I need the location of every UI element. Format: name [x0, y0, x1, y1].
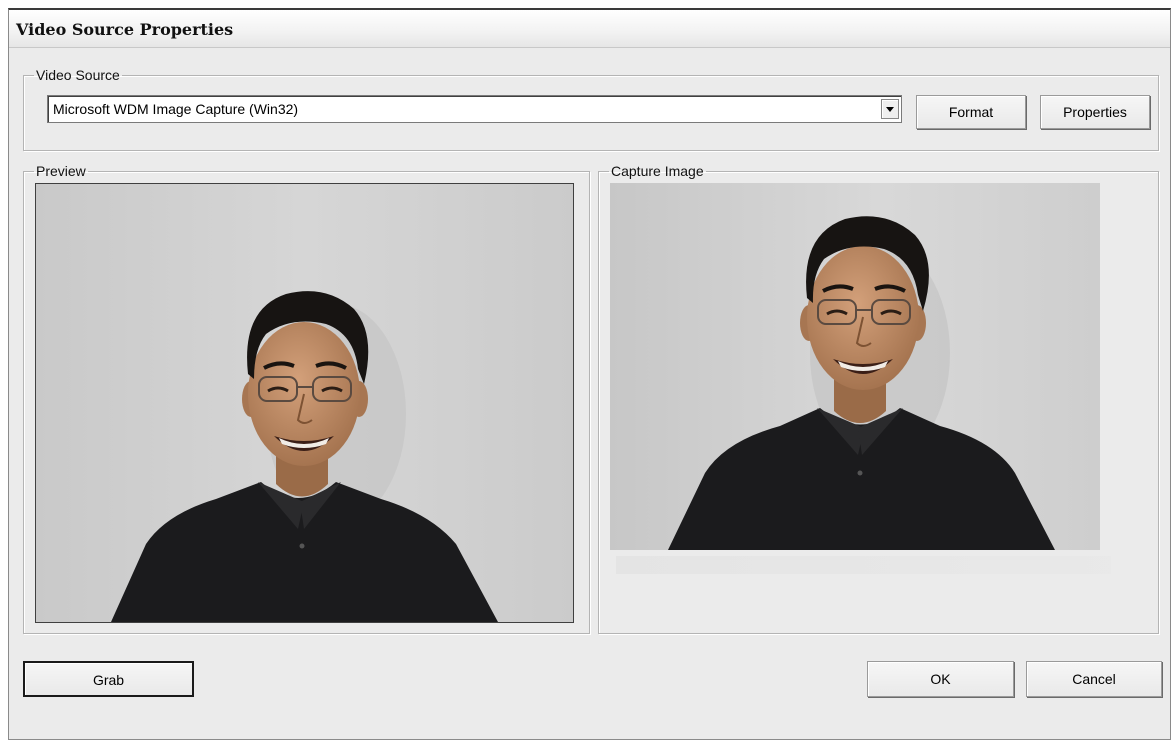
- cancel-button[interactable]: Cancel: [1026, 661, 1162, 697]
- person-portrait-icon: [610, 183, 1100, 550]
- video-source-select[interactable]: Microsoft WDM Image Capture (Win32): [47, 95, 902, 123]
- preview-legend: Preview: [36, 163, 86, 179]
- cancel-button-label: Cancel: [1072, 671, 1116, 687]
- format-button[interactable]: Format: [916, 95, 1026, 129]
- format-button-label: Format: [948, 104, 994, 120]
- grab-button[interactable]: Grab: [23, 661, 194, 697]
- chevron-down-icon[interactable]: [881, 99, 899, 119]
- properties-button-label: Properties: [1063, 104, 1127, 120]
- title-bar[interactable]: Video Source Properties: [9, 10, 1170, 48]
- capture-image-reflection: [616, 556, 1111, 574]
- window-title: Video Source Properties: [16, 20, 234, 39]
- capture-image-legend: Capture Image: [611, 163, 704, 179]
- ok-button[interactable]: OK: [867, 661, 1014, 697]
- grab-button-label: Grab: [92, 672, 125, 688]
- person-portrait-icon: [36, 184, 573, 622]
- video-source-legend: Video Source: [36, 67, 120, 83]
- properties-button[interactable]: Properties: [1040, 95, 1150, 129]
- preview-video-image: [35, 183, 574, 623]
- video-source-selected-value: Microsoft WDM Image Capture (Win32): [53, 101, 299, 117]
- ok-button-label: OK: [930, 671, 951, 687]
- video-source-properties-dialog: Video Source Properties Video Source Mic…: [8, 8, 1171, 740]
- captured-image: [610, 183, 1100, 550]
